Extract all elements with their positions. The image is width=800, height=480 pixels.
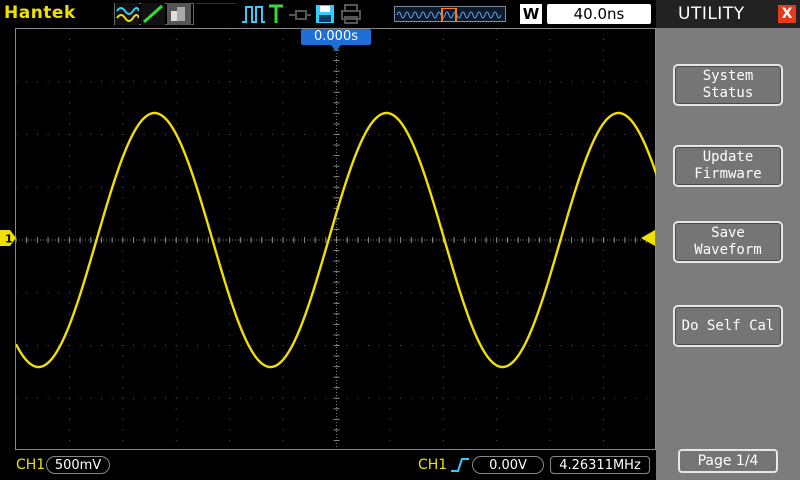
button-label-line1: Do Self Cal <box>681 317 775 334</box>
trigger-source: CH1 <box>418 457 448 473</box>
persist-icon[interactable] <box>167 3 191 25</box>
status-bar: Hantek W 40.0ns <box>0 0 656 28</box>
ch1-offset-marker[interactable]: 1 <box>0 230 16 246</box>
menu-header: UTILITY X <box>656 0 800 28</box>
pulse-icon[interactable] <box>240 3 266 25</box>
button-label-line2: Status <box>702 85 754 101</box>
trigger-level[interactable]: 0.00V <box>472 456 544 474</box>
rising-edge-icon <box>451 458 469 472</box>
brand-logo: Hantek <box>4 3 76 23</box>
line-icon[interactable] <box>141 3 165 25</box>
button-label-line2: Firmware <box>694 166 762 182</box>
save-disk-icon[interactable] <box>314 3 336 25</box>
printer-icon <box>341 4 361 24</box>
button-label-line1: Save <box>711 225 745 241</box>
waveform-display[interactable] <box>15 28 657 451</box>
page-indicator[interactable]: Page 1/4 <box>678 449 778 473</box>
timebase-mode[interactable]: W <box>520 4 542 24</box>
button-label-line2: Waveform <box>694 242 762 258</box>
ch1-marker-label: 1 <box>5 233 13 246</box>
trigger-position-marker[interactable]: 0.000s <box>301 29 371 45</box>
system-status-button[interactable]: System Status <box>673 64 783 106</box>
save-waveform-button[interactable]: Save Waveform <box>673 221 783 263</box>
close-icon[interactable]: X <box>778 5 796 23</box>
update-firmware-button[interactable]: Update Firmware <box>673 145 783 187</box>
trigger-T-icon[interactable] <box>268 3 284 25</box>
ch1-label: CH1 <box>16 457 46 473</box>
button-label-line1: System <box>702 68 754 84</box>
waveform-icon[interactable] <box>115 3 139 25</box>
channel-info-bar: CH1 500mV CH1 0.00V 4.26311MHz <box>0 450 656 480</box>
probe-icon <box>289 10 311 20</box>
utility-menu: UTILITY X System Status Update Firmware … <box>656 0 800 480</box>
graticule <box>16 29 657 451</box>
frequency-readout: 4.26311MHz <box>550 456 650 474</box>
memory-overview-icon[interactable] <box>394 6 506 23</box>
trigger-level-marker[interactable] <box>641 230 655 246</box>
menu-title: UTILITY <box>678 4 745 24</box>
trigger-position-arrow <box>330 44 342 51</box>
timebase-value[interactable]: 40.0ns <box>547 4 651 24</box>
button-label-line1: Update <box>702 149 754 165</box>
ch1-scale[interactable]: 500mV <box>46 456 110 474</box>
self-cal-button[interactable]: Do Self Cal <box>673 305 783 347</box>
top-divider <box>196 3 236 26</box>
